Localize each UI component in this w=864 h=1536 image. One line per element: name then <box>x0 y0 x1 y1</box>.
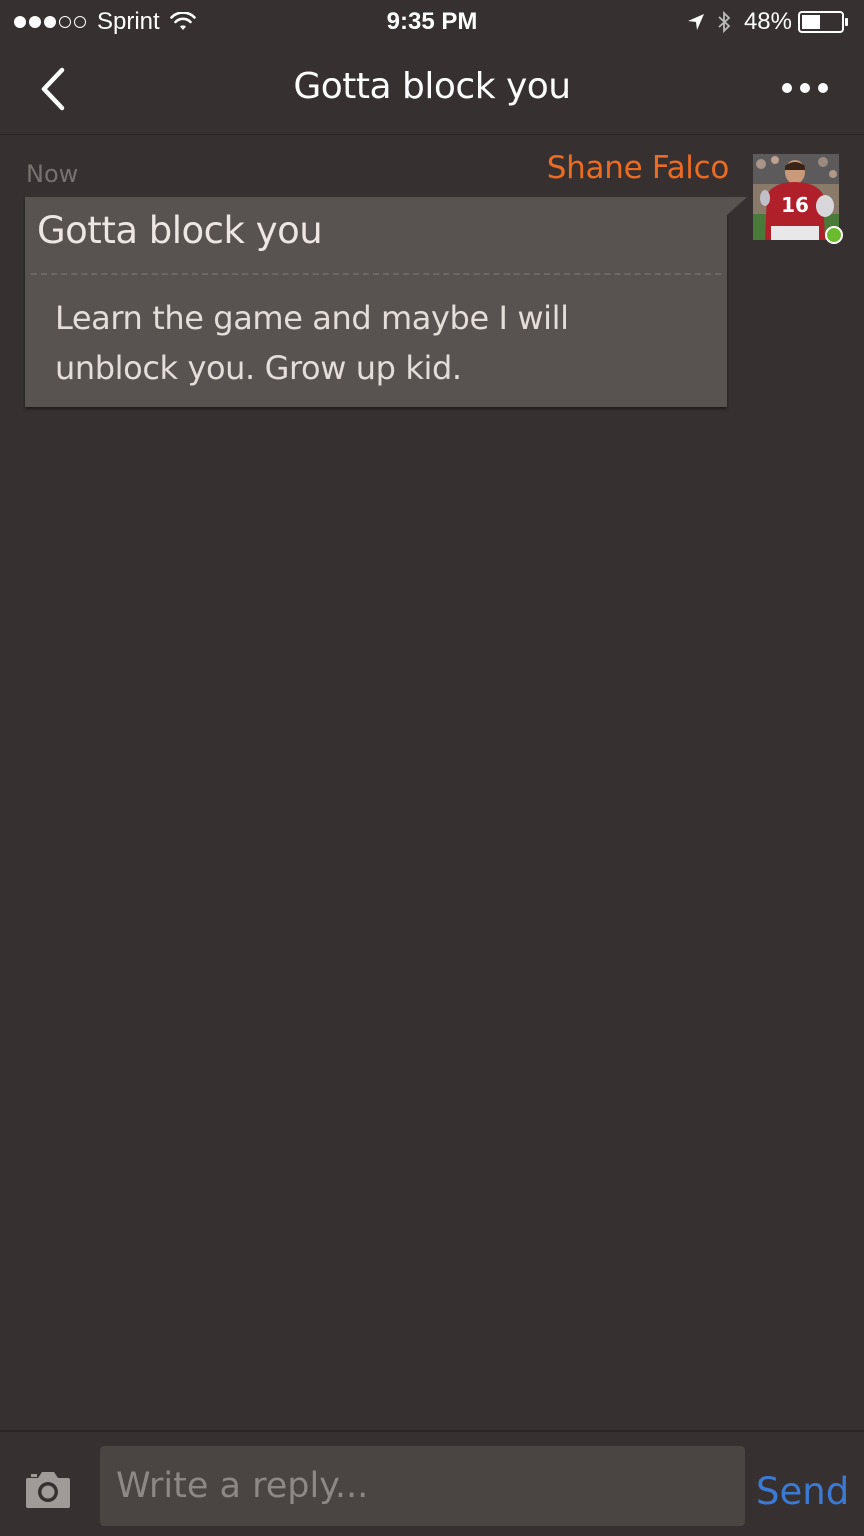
message-subject: Gotta block you <box>37 209 323 252</box>
message-body: Learn the game and maybe I will unblock … <box>55 299 569 387</box>
sender-name[interactable]: Shane Falco <box>547 150 730 186</box>
page-title: Gotta block you <box>293 66 571 107</box>
divider <box>31 273 721 275</box>
battery-percentage: 48% <box>743 8 792 35</box>
football-player-avatar: 16 <box>753 154 839 240</box>
avatar[interactable]: 16 <box>753 154 843 244</box>
status-right: 48% <box>686 8 850 36</box>
online-status-indicator <box>825 226 843 244</box>
svg-text:16: 16 <box>781 193 809 217</box>
message-timestamp: Now <box>26 160 79 188</box>
reply-bar: Send <box>0 1430 864 1536</box>
conversation-screen: Sprint 9:35 PM 48% Gotta block you Now S… <box>0 0 864 1536</box>
navigation-bar: Gotta block you <box>0 44 864 135</box>
status-bar: Sprint 9:35 PM 48% <box>0 0 864 44</box>
ellipsis-icon <box>774 83 828 93</box>
bluetooth-icon <box>718 10 731 34</box>
bubble-tail <box>727 197 747 215</box>
message-bubble[interactable]: Gotta block you Learn the game and maybe… <box>25 197 727 407</box>
location-arrow-icon <box>687 14 704 30</box>
reply-input[interactable] <box>100 1446 745 1526</box>
send-button[interactable]: Send <box>756 1470 849 1513</box>
more-options-button[interactable] <box>774 76 828 100</box>
battery-icon <box>798 11 848 33</box>
camera-button[interactable] <box>24 1468 72 1510</box>
camera-icon <box>26 1472 70 1508</box>
